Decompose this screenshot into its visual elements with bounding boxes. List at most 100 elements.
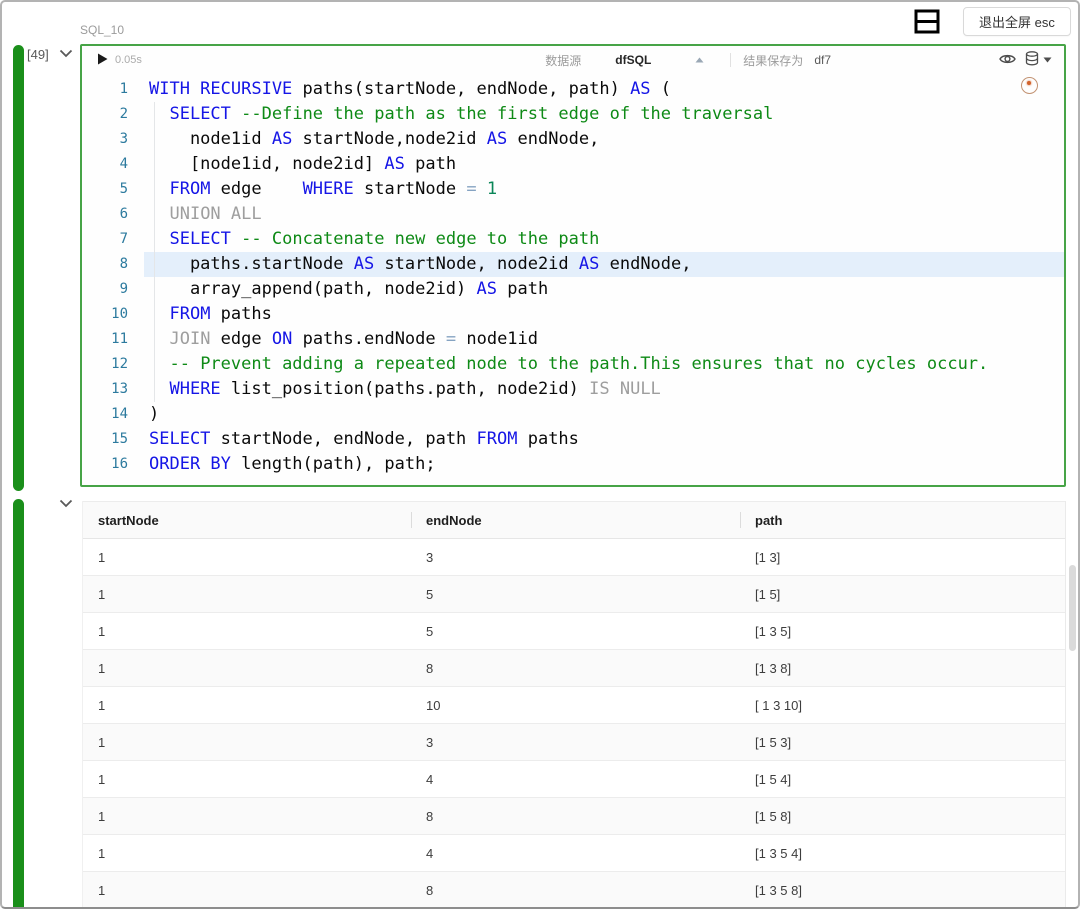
scrollbar-thumb[interactable] — [1069, 565, 1076, 651]
code-line-content: ) — [144, 402, 1064, 427]
result-save-label: 结果保存为 — [743, 52, 803, 69]
table-cell: [ 1 3 10] — [740, 698, 1066, 713]
database-icon — [1025, 51, 1039, 69]
line-number: 6 — [82, 202, 144, 227]
column-header-startNode: startNode — [83, 513, 411, 528]
table-row: 13[1 5 3] — [83, 724, 1065, 761]
runtime-label: 0.05s — [115, 54, 142, 66]
output-indicator-bar[interactable] — [13, 499, 24, 909]
table-cell: [1 3 8] — [740, 661, 1066, 676]
table-row: 14[1 3 5 4] — [83, 835, 1065, 872]
table-row: 13[1 3] — [83, 539, 1065, 576]
code-line-content: ORDER BY length(path), path; — [144, 452, 1064, 477]
table-cell: [1 5 3] — [740, 735, 1066, 750]
table-cell: 5 — [411, 587, 740, 602]
code-line: 6 UNION ALL — [82, 202, 1064, 227]
code-line-content: node1id AS startNode,node2id AS endNode, — [144, 127, 1064, 152]
code-line: 10 FROM paths — [82, 302, 1064, 327]
line-number: 1 — [82, 77, 144, 102]
code-line: 16ORDER BY length(path), path; — [82, 452, 1064, 477]
table-cell: 5 — [411, 624, 740, 639]
code-line: 7 SELECT -- Concatenate new edge to the … — [82, 227, 1064, 252]
datasource-button[interactable] — [1025, 51, 1052, 69]
table-cell: 10 — [411, 698, 740, 713]
code-line-content: SELECT -- Concatenate new edge to the pa… — [144, 227, 1064, 252]
code-line: 5 FROM edge WHERE startNode = 1 — [82, 177, 1064, 202]
table-cell: 4 — [411, 772, 740, 787]
code-line: 14) — [82, 402, 1064, 427]
code-line: 3 node1id AS startNode,node2id AS endNod… — [82, 127, 1064, 152]
table-cell: 3 — [411, 550, 740, 565]
chevron-down-icon[interactable] — [59, 49, 73, 58]
code-line-content: WITH RECURSIVE paths(startNode, endNode,… — [144, 77, 1064, 102]
table-row: 18[1 3 5 8] — [83, 872, 1065, 909]
code-line-content: SELECT startNode, endNode, path FROM pat… — [144, 427, 1064, 452]
table-cell: 1 — [83, 883, 411, 898]
table-cell: [1 3 5] — [740, 624, 1066, 639]
visibility-toggle-button[interactable] — [999, 53, 1016, 68]
execution-count: [49] — [27, 47, 49, 62]
code-line: 4 [node1id, node2id] AS path — [82, 152, 1064, 177]
line-number: 12 — [82, 352, 144, 377]
split-view-button[interactable] — [913, 8, 941, 35]
sql-cell: 0.05s 数据源 dfSQL 结果保存为 df7 — [80, 44, 1066, 487]
line-number: 16 — [82, 452, 144, 477]
table-cell: [1 3 5 4] — [740, 846, 1066, 861]
exit-fullscreen-button[interactable]: 退出全屏 esc — [963, 7, 1071, 36]
split-view-icon — [913, 23, 941, 38]
code-line-content: UNION ALL — [144, 202, 1064, 227]
table-row: 110[ 1 3 10] — [83, 687, 1065, 724]
result-dataframe-name: df7 — [814, 53, 831, 67]
code-line-content: -- Prevent adding a repeated node to the… — [144, 352, 1064, 377]
table-cell: 4 — [411, 846, 740, 861]
results-table: startNodeendNodepath 13[1 3]15[1 5]15[1 … — [82, 501, 1066, 909]
input-indicator-bar[interactable] — [13, 45, 24, 491]
code-line-content: JOIN edge ON paths.endNode = node1id — [144, 327, 1064, 352]
code-editor[interactable]: 1WITH RECURSIVE paths(startNode, endNode… — [82, 74, 1064, 477]
table-cell: [1 5 8] — [740, 809, 1066, 824]
code-line: 9 array_append(path, node2id) AS path — [82, 277, 1064, 302]
table-row: 15[1 3 5] — [83, 613, 1065, 650]
table-cell: 1 — [83, 624, 411, 639]
code-line-content: WHERE list_position(paths.path, node2id)… — [144, 377, 1064, 402]
table-cell: 1 — [83, 698, 411, 713]
table-cell: 1 — [83, 661, 411, 676]
code-line: 1WITH RECURSIVE paths(startNode, endNode… — [82, 77, 1064, 102]
table-row: 18[1 3 8] — [83, 650, 1065, 687]
line-number: 2 — [82, 102, 144, 127]
table-cell: 1 — [83, 846, 411, 861]
play-icon — [97, 53, 108, 68]
datasource-label: 数据源 — [545, 52, 581, 69]
table-cell: [1 5] — [740, 587, 1066, 602]
fullscreen-panel: SQL_10 退出全屏 esc [49] 0.05s 数据源 dfS — [0, 0, 1080, 909]
code-line: 13 WHERE list_position(paths.path, node2… — [82, 377, 1064, 402]
table-cell: 8 — [411, 883, 740, 898]
chevron-down-icon[interactable] — [59, 499, 73, 508]
column-header-path: path — [740, 513, 1066, 528]
table-cell: [1 5 4] — [740, 772, 1066, 787]
table-cell: 1 — [83, 587, 411, 602]
line-number: 9 — [82, 277, 144, 302]
table-cell: 1 — [83, 772, 411, 787]
line-number: 4 — [82, 152, 144, 177]
code-line: 11 JOIN edge ON paths.endNode = node1id — [82, 327, 1064, 352]
column-header-endNode: endNode — [411, 513, 740, 528]
line-number: 7 — [82, 227, 144, 252]
kernel-status-icon — [1021, 77, 1038, 94]
code-line: 12 -- Prevent adding a repeated node to … — [82, 352, 1064, 377]
run-button[interactable] — [97, 54, 108, 66]
table-cell: 1 — [83, 550, 411, 565]
caret-up-icon[interactable] — [695, 57, 704, 63]
line-number: 10 — [82, 302, 144, 327]
table-cell: [1 3 5 8] — [740, 883, 1066, 898]
table-header-row: startNodeendNodepath — [83, 501, 1065, 539]
code-line-content: paths.startNode AS startNode, node2id AS… — [144, 252, 1064, 277]
engine-selector[interactable]: dfSQL — [615, 53, 651, 67]
table-body: 13[1 3]15[1 5]15[1 3 5]18[1 3 8]110[ 1 3… — [83, 539, 1065, 909]
table-row: 18[1 5 8] — [83, 798, 1065, 835]
eye-icon — [999, 53, 1016, 68]
code-line: 2 SELECT --Define the path as the first … — [82, 102, 1064, 127]
line-number: 5 — [82, 177, 144, 202]
code-line-content: SELECT --Define the path as the first ed… — [144, 102, 1064, 127]
caret-down-icon — [1043, 57, 1052, 63]
